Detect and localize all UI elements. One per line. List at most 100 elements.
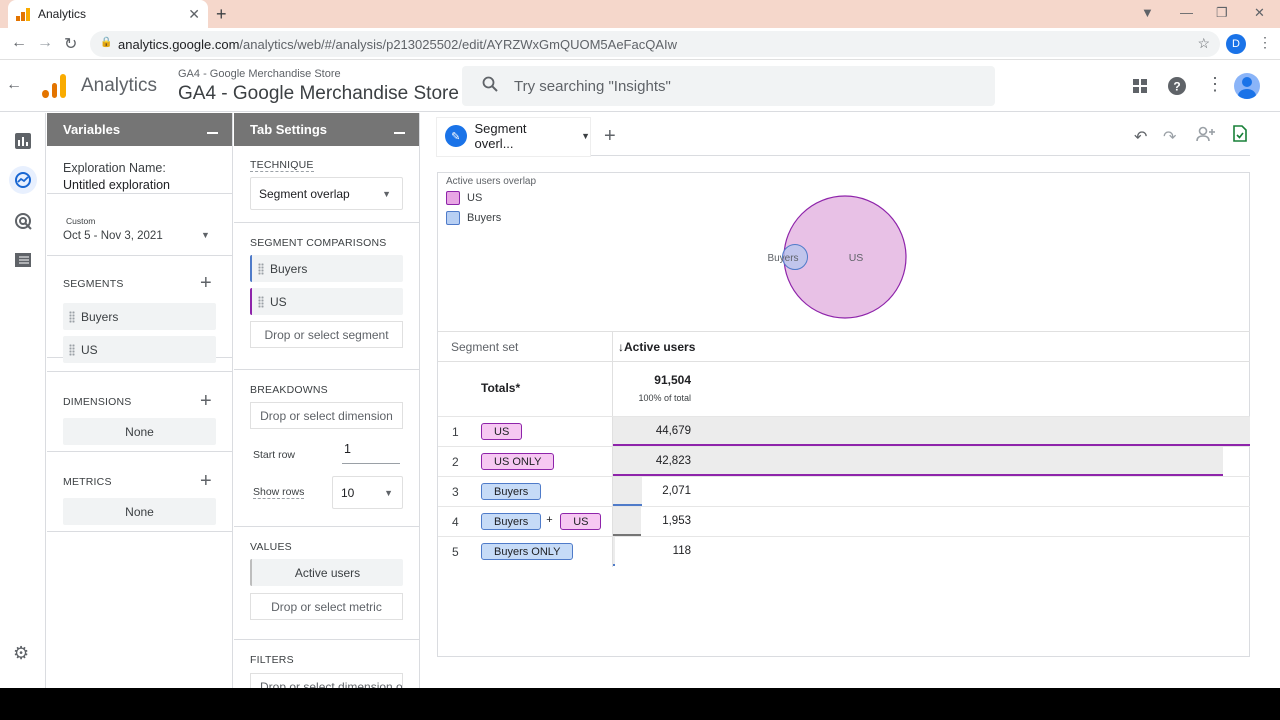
help-icon[interactable]: ? <box>1168 77 1186 95</box>
search-input[interactable]: Try searching "Insights" <box>462 66 995 106</box>
product-name: Analytics <box>81 75 158 96</box>
date-dropdown-icon[interactable]: ▼ <box>201 230 210 240</box>
segment-pill[interactable]: US <box>481 423 523 440</box>
values-section: VALUES Active users Drop or select metri… <box>234 527 419 640</box>
metrics-title: METRICS <box>63 476 112 488</box>
value-cell: 1,953 <box>613 507 1250 537</box>
more-vert-icon[interactable]: ⋮ <box>1206 74 1224 95</box>
legend-swatch-buyers <box>446 211 460 225</box>
search-placeholder: Try searching "Insights" <box>514 77 671 95</box>
bookmark-star-icon[interactable]: ☆ <box>1197 35 1210 52</box>
technique-title: TECHNIQUE <box>250 159 314 172</box>
start-row-label: Start row <box>253 449 296 461</box>
table-row[interactable]: 1 US 44,679 <box>438 416 1250 446</box>
minimize-icon[interactable]: — <box>1180 5 1193 20</box>
left-nav-rail <box>0 113 46 688</box>
date-range-label: Custom <box>66 216 96 226</box>
close-tab-icon[interactable]: ✕ <box>188 6 200 23</box>
edit-pencil-icon[interactable]: ✎ <box>445 125 467 147</box>
apps-grid-icon[interactable] <box>1132 78 1148 94</box>
legend-item-us[interactable]: US <box>446 191 482 205</box>
breakdowns-title: BREAKDOWNS <box>250 384 328 396</box>
advertising-icon[interactable] <box>13 211 33 231</box>
table-row[interactable]: 5 Buyers ONLY 118 <box>438 536 1250 566</box>
analytics-favicon-icon <box>16 7 30 21</box>
tab-dropdown-icon[interactable]: ▼ <box>581 131 590 141</box>
values-chip-active-users[interactable]: Active users <box>250 559 403 586</box>
canvas-tabstrip: ✎ Segment overl... ▼ + ↶ ↷ <box>437 118 1250 156</box>
comparison-chip-buyers[interactable]: Buyers <box>250 255 403 282</box>
configure-list-icon[interactable] <box>13 250 33 270</box>
property-name[interactable]: GA4 - Google Merchandise Store <box>178 83 459 105</box>
app-window: Analytics ✕ + ▼ — ❐ ✕ ← → ↻ 🔒 analytics.… <box>0 0 1280 688</box>
close-window-icon[interactable]: ✕ <box>1254 5 1265 21</box>
col-header-active-users[interactable]: ↓Active users <box>618 340 695 354</box>
values-title: VALUES <box>250 541 292 553</box>
drop-dimension-target[interactable]: Drop or select dimension <box>250 402 403 429</box>
table-row[interactable]: 3 Buyers 2,071 <box>438 476 1250 506</box>
table-header-divider <box>438 361 1250 362</box>
new-tab-icon[interactable]: + <box>216 4 227 25</box>
table-row[interactable]: 4 Buyers + US 1,953 <box>438 506 1250 536</box>
maximize-icon[interactable]: ❐ <box>1216 5 1228 21</box>
tab-search-icon[interactable]: ▼ <box>1141 5 1154 20</box>
segment-pill[interactable]: Buyers <box>481 513 542 530</box>
admin-settings-gear-icon[interactable]: ⚙ <box>13 643 33 663</box>
show-rows-select[interactable]: 10 ▼ <box>332 476 403 509</box>
explore-icon[interactable] <box>9 166 37 194</box>
segment-pill[interactable]: US <box>560 513 602 530</box>
add-dimension-icon[interactable]: + <box>200 391 212 411</box>
table-row[interactable]: 2 US ONLY 42,823 <box>438 446 1250 476</box>
browser-profile-avatar[interactable]: D <box>1226 34 1246 54</box>
segment-pill[interactable]: Buyers ONLY <box>481 543 574 560</box>
browser-tabbar: Analytics ✕ + ▼ — ❐ ✕ <box>0 0 1280 28</box>
technique-select[interactable]: Segment overlap ▼ <box>250 177 403 210</box>
col-header-segment-set[interactable]: Segment set <box>451 340 518 354</box>
value-cell: 2,071 <box>613 477 1250 507</box>
exploration-name-input[interactable]: Untitled exploration <box>63 178 216 192</box>
segment-chip-us[interactable]: US <box>63 336 216 363</box>
drag-handle-icon[interactable] <box>69 310 75 323</box>
drop-segment-target[interactable]: Drop or select segment <box>250 321 403 348</box>
download-export-icon[interactable] <box>1233 125 1247 142</box>
date-range-value: Oct 5 - Nov 3, 2021 <box>63 230 163 242</box>
collapse-tab-settings-icon[interactable] <box>394 132 405 134</box>
legend-item-buyers[interactable]: Buyers <box>446 211 501 225</box>
drop-metric-target[interactable]: Drop or select metric <box>250 593 403 620</box>
tab-segment-overlap[interactable]: ✎ Segment overl... ▼ <box>437 118 590 156</box>
forward-icon[interactable]: → <box>37 34 53 52</box>
row-number: 2 <box>452 455 459 469</box>
tab-settings-panel: Tab Settings TECHNIQUE Segment overlap ▼… <box>234 113 420 688</box>
url-input[interactable]: 🔒 analytics.google.com/analytics/web/#/a… <box>90 31 1220 57</box>
browser-menu-icon[interactable]: ⋮ <box>1258 34 1272 51</box>
undo-icon[interactable]: ↶ <box>1134 127 1147 147</box>
comparison-chip-us[interactable]: US <box>250 288 403 315</box>
drag-handle-icon[interactable] <box>69 343 75 356</box>
date-range-section[interactable]: Custom Oct 5 - Nov 3, 2021 ▼ <box>47 194 232 251</box>
back-icon[interactable]: ← <box>11 34 27 52</box>
url-host: analytics.google.com <box>118 36 240 52</box>
segment-chip-buyers[interactable]: Buyers <box>63 303 216 330</box>
drag-handle-icon[interactable] <box>258 295 264 308</box>
add-metric-icon[interactable]: + <box>200 471 212 491</box>
drop-filter-target[interactable]: Drop or select dimension or <box>250 673 403 688</box>
segments-section: SEGMENTS + Buyers US <box>47 255 232 363</box>
segment-pill[interactable]: Buyers <box>481 483 542 500</box>
value-bar <box>613 417 1250 445</box>
user-avatar[interactable] <box>1234 73 1260 99</box>
add-tab-icon[interactable]: + <box>604 125 616 148</box>
browser-tab[interactable]: Analytics ✕ <box>8 0 208 28</box>
collapse-variables-icon[interactable] <box>207 132 218 134</box>
venn-diagram: Buyers US <box>767 195 907 319</box>
add-segment-icon[interactable]: + <box>200 273 212 293</box>
start-row-input[interactable]: 1 <box>342 442 400 464</box>
back-arrow-icon[interactable]: ← <box>6 76 22 94</box>
reports-icon[interactable] <box>13 131 33 151</box>
segment-pill[interactable]: US ONLY <box>481 453 555 470</box>
share-users-icon[interactable] <box>1196 126 1216 142</box>
account-name-small[interactable]: GA4 - Google Merchandise Store <box>178 68 341 80</box>
metrics-none: None <box>63 498 216 525</box>
reload-icon[interactable]: ↻ <box>64 34 77 54</box>
redo-icon[interactable]: ↷ <box>1163 127 1176 147</box>
drag-handle-icon[interactable] <box>258 262 264 275</box>
